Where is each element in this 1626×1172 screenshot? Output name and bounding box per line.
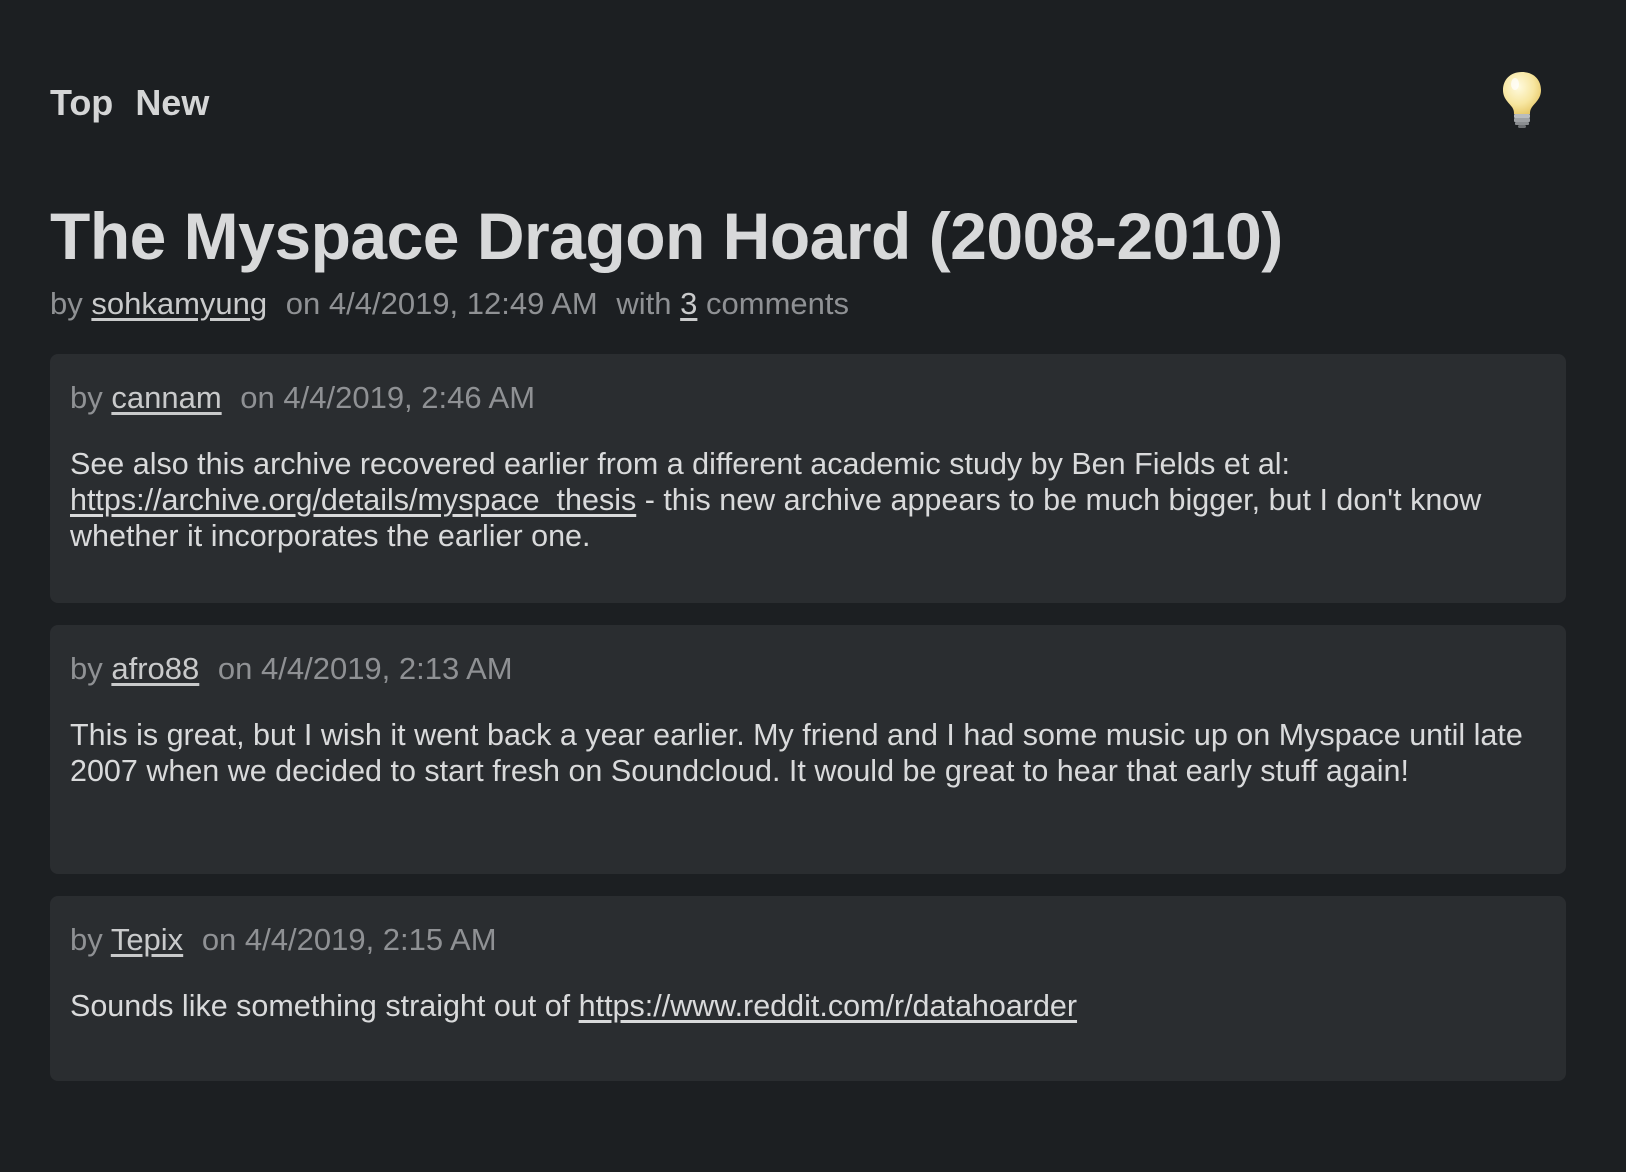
comment-author-link[interactable]: Tepix (111, 922, 183, 957)
comment-link[interactable]: https://archive.org/details/myspace_thes… (70, 483, 636, 517)
comment-date: on 4/4/2019, 2:15 AM (201, 922, 497, 957)
story-author-link[interactable]: sohkamyung (91, 286, 267, 321)
comment-link[interactable]: https://www.reddit.com/r/datahoarder (579, 989, 1077, 1023)
comment-date: on 4/4/2019, 2:46 AM (240, 380, 536, 415)
comment-body: This is great, but I wish it went back a… (70, 718, 1523, 788)
comment-by-prefix: by (70, 922, 103, 957)
comment-author-link[interactable]: cannam (111, 380, 221, 415)
comment-text: See also this archive recovered earlier … (70, 447, 1291, 481)
comment-card: by Tepix on 4/4/2019, 2:15 AM Sounds lik… (50, 896, 1566, 1081)
story-by-prefix: by (50, 286, 83, 321)
story-meta: by sohkamyung on 4/4/2019, 12:49 AM with… (50, 286, 849, 322)
comment-meta: by afro88 on 4/4/2019, 2:13 AM (70, 651, 1546, 687)
comment-meta: by Tepix on 4/4/2019, 2:15 AM (70, 922, 1546, 958)
comment-card: by cannam on 4/4/2019, 2:46 AM See also … (50, 354, 1566, 603)
story-comments-suffix: comments (706, 286, 849, 321)
lightbulb-icon (1503, 72, 1541, 128)
story-with-prefix: with (616, 286, 672, 321)
comment-list: by cannam on 4/4/2019, 2:46 AM See also … (50, 354, 1566, 1103)
nav-top-link[interactable]: Top (50, 82, 113, 124)
comment-meta: by cannam on 4/4/2019, 2:46 AM (70, 380, 1546, 416)
comment-by-prefix: by (70, 651, 103, 686)
story-date: on 4/4/2019, 12:49 AM (285, 286, 598, 321)
story-comment-count-link[interactable]: 3 (680, 286, 697, 321)
comment-card: by afro88 on 4/4/2019, 2:13 AM This is g… (50, 625, 1566, 874)
comment-body: Sounds like something straight out of ht… (70, 988, 1546, 1024)
story-title: The Myspace Dragon Hoard (2008-2010) (50, 199, 1283, 273)
comment-by-prefix: by (70, 380, 103, 415)
top-nav: Top New (50, 82, 209, 124)
comment-body: See also this archive recovered earlier … (70, 446, 1546, 554)
comment-text: Sounds like something straight out of (70, 989, 579, 1023)
comment-date: on 4/4/2019, 2:13 AM (217, 651, 513, 686)
nav-new-link[interactable]: New (135, 82, 209, 124)
comment-author-link[interactable]: afro88 (111, 651, 199, 686)
theme-toggle-button[interactable] (1500, 70, 1544, 130)
